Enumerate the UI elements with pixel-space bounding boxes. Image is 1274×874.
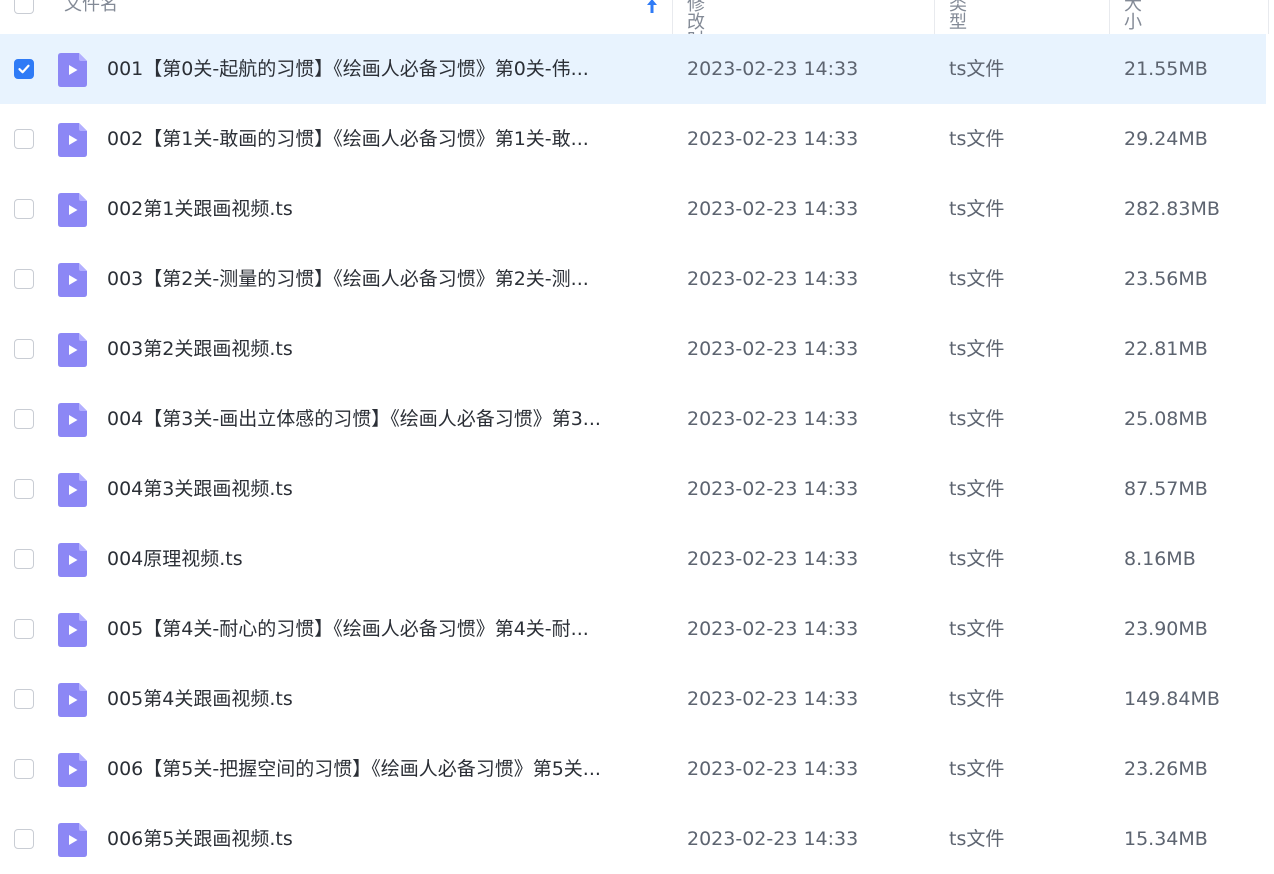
file-row[interactable]: 006【第5关-把握空间的习惯】《绘画人必备习惯》第5关... 2023-02-2… <box>0 734 1266 804</box>
file-name[interactable]: 003第2关跟画视频.ts <box>107 314 662 384</box>
row-checkbox[interactable] <box>14 479 34 499</box>
file-size: 23.26MB <box>1124 758 1208 780</box>
file-row[interactable]: 005【第4关-耐心的习惯】《绘画人必备习惯》第4关-耐... 2023-02-2… <box>0 594 1266 664</box>
file-size: 29.24MB <box>1124 128 1208 150</box>
file-name[interactable]: 006第5关跟画视频.ts <box>107 804 662 874</box>
video-file-icon <box>58 823 87 857</box>
video-file-icon <box>58 473 87 507</box>
file-modified-time: 2023-02-23 14:33 <box>687 548 859 570</box>
video-file-icon <box>58 53 87 87</box>
file-type: ts文件 <box>949 198 1005 220</box>
video-file-icon <box>58 613 87 647</box>
file-size: 23.90MB <box>1124 618 1208 640</box>
video-file-icon <box>58 683 87 717</box>
checkmark-icon <box>18 64 30 74</box>
row-checkbox[interactable] <box>14 829 34 849</box>
video-file-icon <box>58 263 87 297</box>
file-row[interactable]: 004原理视频.ts 2023-02-23 14:33 ts文件 8.16MB <box>0 524 1266 594</box>
file-type: ts文件 <box>949 828 1005 850</box>
file-modified-time: 2023-02-23 14:33 <box>687 478 859 500</box>
file-modified-time: 2023-02-23 14:33 <box>687 338 859 360</box>
file-size: 8.16MB <box>1124 548 1196 570</box>
arrow-up-icon[interactable] <box>646 0 658 14</box>
file-row[interactable]: 003【第2关-测量的习惯】《绘画人必备习惯》第2关-测... 2023-02-2… <box>0 244 1266 314</box>
file-modified-time: 2023-02-23 14:33 <box>687 58 859 80</box>
file-row[interactable]: 002【第1关-敢画的习惯】《绘画人必备习惯》第1关-敢... 2023-02-2… <box>0 104 1266 174</box>
file-name[interactable]: 004【第3关-画出立体感的习惯】《绘画人必备习惯》第3... <box>107 384 662 454</box>
file-modified-time: 2023-02-23 14:33 <box>687 828 859 850</box>
column-divider[interactable] <box>1268 0 1269 34</box>
file-type: ts文件 <box>949 58 1005 80</box>
file-type: ts文件 <box>949 408 1005 430</box>
file-type: ts文件 <box>949 548 1005 570</box>
column-divider[interactable] <box>934 0 935 34</box>
file-modified-time: 2023-02-23 14:33 <box>687 198 859 220</box>
file-size: 15.34MB <box>1124 828 1208 850</box>
row-checkbox[interactable] <box>14 199 34 219</box>
file-size: 25.08MB <box>1124 408 1208 430</box>
row-checkbox[interactable] <box>14 759 34 779</box>
file-type: ts文件 <box>949 268 1005 290</box>
file-name[interactable]: 005【第4关-耐心的习惯】《绘画人必备习惯》第4关-耐... <box>107 594 662 664</box>
column-header-size-label: 大小 <box>1124 0 1142 33</box>
video-file-icon <box>58 543 87 577</box>
file-name[interactable]: 003【第2关-测量的习惯】《绘画人必备习惯》第2关-测... <box>107 244 662 314</box>
file-type: ts文件 <box>949 478 1005 500</box>
file-modified-time: 2023-02-23 14:33 <box>687 408 859 430</box>
file-name[interactable]: 006【第5关-把握空间的习惯】《绘画人必备习惯》第5关... <box>107 734 662 804</box>
file-size: 87.57MB <box>1124 478 1208 500</box>
column-header-name[interactable]: 文件名 <box>64 0 664 34</box>
video-file-icon <box>58 753 87 787</box>
file-list-header: 文件名 修改时间 类型 大小 <box>0 0 1274 68</box>
file-type: ts文件 <box>949 128 1005 150</box>
file-row[interactable]: 001【第0关-起航的习惯】《绘画人必备习惯》第0关-伟... 2023-02-2… <box>0 34 1266 104</box>
file-row[interactable]: 002第1关跟画视频.ts 2023-02-23 14:33 ts文件 282.83M… <box>0 174 1266 244</box>
column-header-name-label: 文件名 <box>64 0 118 15</box>
video-file-icon <box>58 403 87 437</box>
file-size: 149.84MB <box>1124 688 1220 710</box>
file-size: 21.55MB <box>1124 58 1208 80</box>
file-modified-time: 2023-02-23 14:33 <box>687 618 859 640</box>
file-name[interactable]: 004原理视频.ts <box>107 524 662 594</box>
row-checkbox[interactable] <box>14 129 34 149</box>
file-type: ts文件 <box>949 618 1005 640</box>
file-name[interactable]: 004第3关跟画视频.ts <box>107 454 662 524</box>
row-checkbox[interactable] <box>14 409 34 429</box>
file-name[interactable]: 002【第1关-敢画的习惯】《绘画人必备习惯》第1关-敢... <box>107 104 662 174</box>
file-modified-time: 2023-02-23 14:33 <box>687 758 859 780</box>
row-checkbox[interactable] <box>14 549 34 569</box>
file-name[interactable]: 002第1关跟画视频.ts <box>107 174 662 244</box>
column-header-type-label: 类型 <box>949 0 967 33</box>
file-name[interactable]: 001【第0关-起航的习惯】《绘画人必备习惯》第0关-伟... <box>107 34 662 104</box>
file-size: 23.56MB <box>1124 268 1208 290</box>
file-row[interactable]: 004第3关跟画视频.ts 2023-02-23 14:33 ts文件 87.57MB <box>0 454 1266 524</box>
column-divider[interactable] <box>1109 0 1110 34</box>
row-checkbox[interactable] <box>14 619 34 639</box>
file-modified-time: 2023-02-23 14:33 <box>687 268 859 290</box>
video-file-icon <box>58 333 87 367</box>
select-all-checkbox[interactable] <box>14 0 34 14</box>
file-size: 22.81MB <box>1124 338 1208 360</box>
file-type: ts文件 <box>949 758 1005 780</box>
file-row[interactable]: 006第5关跟画视频.ts 2023-02-23 14:33 ts文件 15.34MB <box>0 804 1266 874</box>
row-checkbox[interactable] <box>14 269 34 289</box>
file-type: ts文件 <box>949 338 1005 360</box>
row-checkbox[interactable] <box>14 339 34 359</box>
file-type: ts文件 <box>949 688 1005 710</box>
file-modified-time: 2023-02-23 14:33 <box>687 688 859 710</box>
file-size: 282.83MB <box>1124 198 1220 220</box>
file-modified-time: 2023-02-23 14:33 <box>687 128 859 150</box>
file-row[interactable]: 003第2关跟画视频.ts 2023-02-23 14:33 ts文件 22.81MB <box>0 314 1266 384</box>
video-file-icon <box>58 193 87 227</box>
file-name[interactable]: 005第4关跟画视频.ts <box>107 664 662 734</box>
row-checkbox[interactable] <box>14 59 34 79</box>
column-divider[interactable] <box>672 0 673 34</box>
row-checkbox[interactable] <box>14 689 34 709</box>
video-file-icon <box>58 123 87 157</box>
file-row[interactable]: 004【第3关-画出立体感的习惯】《绘画人必备习惯》第3... 2023-02-2… <box>0 384 1266 454</box>
file-row[interactable]: 005第4关跟画视频.ts 2023-02-23 14:33 ts文件 149.84M… <box>0 664 1266 734</box>
